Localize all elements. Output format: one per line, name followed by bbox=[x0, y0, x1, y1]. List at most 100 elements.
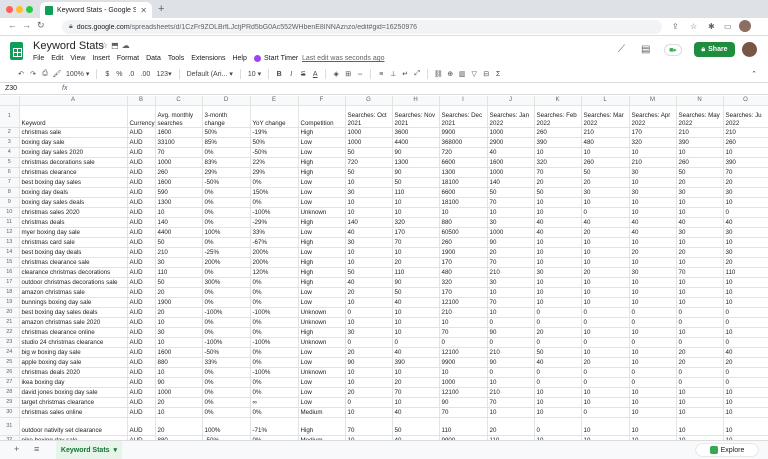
cell[interactable]: big w boxing day sale bbox=[19, 347, 128, 358]
cell[interactable]: 1600 bbox=[155, 347, 203, 358]
cell[interactable]: Currency bbox=[127, 105, 156, 128]
cell[interactable]: 10 bbox=[345, 317, 393, 328]
cell[interactable]: Unknown bbox=[298, 307, 346, 318]
cell[interactable]: 1000 bbox=[345, 127, 393, 138]
cell[interactable]: 10 bbox=[392, 327, 440, 338]
star-icon[interactable]: ☆ bbox=[101, 41, 111, 50]
cell[interactable]: Searches: Feb 2022 bbox=[534, 105, 582, 128]
activity-trend-icon[interactable]: ⟋ bbox=[618, 44, 625, 55]
cell[interactable]: 0 bbox=[581, 317, 630, 328]
cell[interactable]: Low bbox=[298, 147, 346, 158]
cell[interactable]: 70 bbox=[487, 257, 535, 268]
cell[interactable]: 10 bbox=[723, 237, 768, 248]
cell[interactable]: 90 bbox=[392, 167, 440, 178]
cell[interactable]: 100% bbox=[202, 227, 251, 238]
cell[interactable]: 0 bbox=[723, 337, 768, 348]
column-header-d[interactable]: D bbox=[202, 96, 251, 106]
cell[interactable]: 18100 bbox=[439, 197, 488, 208]
cell[interactable]: 0 bbox=[534, 337, 582, 348]
borders-icon[interactable]: ⊞ bbox=[342, 70, 354, 78]
row-header[interactable]: 26 bbox=[0, 367, 20, 378]
row-header[interactable]: 10 bbox=[0, 207, 20, 218]
cell[interactable]: 10 bbox=[534, 207, 582, 218]
cell[interactable]: 10 bbox=[487, 407, 535, 418]
cell[interactable]: 0 bbox=[581, 337, 630, 348]
cell[interactable]: outdoor christmas decorations sale bbox=[19, 277, 128, 288]
column-header-h[interactable]: H bbox=[392, 96, 440, 106]
cell[interactable]: 0 bbox=[629, 307, 677, 318]
extensions-icon[interactable]: ✱ bbox=[708, 22, 715, 31]
cell[interactable]: 0 bbox=[676, 337, 724, 348]
close-window-button[interactable] bbox=[6, 6, 13, 13]
cell[interactable]: 0 bbox=[676, 377, 724, 388]
cell[interactable]: 320 bbox=[439, 277, 488, 288]
cell[interactable]: 10 bbox=[392, 317, 440, 328]
zoom-select[interactable]: 100% ▾ bbox=[63, 70, 92, 78]
cloud-status-icon[interactable]: ☁ bbox=[122, 41, 133, 50]
number-format-select[interactable]: 123▾ bbox=[153, 70, 174, 78]
cell[interactable]: 10 bbox=[392, 247, 440, 258]
cell[interactable]: 50 bbox=[534, 347, 582, 358]
forward-icon[interactable]: → bbox=[22, 20, 31, 30]
cell[interactable]: 10 bbox=[723, 197, 768, 208]
cell[interactable]: 0 bbox=[534, 367, 582, 378]
cell[interactable]: Avg. monthly searches bbox=[155, 105, 203, 128]
cell[interactable]: christmas sales 2020 bbox=[19, 207, 128, 218]
share-button[interactable]: 🔒︎ Share bbox=[694, 42, 735, 57]
cell[interactable]: 10 bbox=[345, 257, 393, 268]
cell[interactable]: 10 bbox=[676, 207, 724, 218]
cell[interactable]: 10 bbox=[629, 197, 677, 208]
cell[interactable]: 10 bbox=[581, 237, 630, 248]
cell[interactable]: 120% bbox=[250, 267, 299, 278]
cell[interactable]: AUD bbox=[127, 177, 156, 188]
cell[interactable]: 20 bbox=[723, 357, 768, 368]
cell[interactable]: 0 bbox=[345, 307, 393, 318]
cell[interactable]: studio 24 christmas clearance bbox=[19, 337, 128, 348]
cell[interactable]: 0% bbox=[202, 267, 251, 278]
menu-data[interactable]: Data bbox=[146, 55, 161, 62]
cell[interactable]: 300% bbox=[202, 277, 251, 288]
cell[interactable]: 210 bbox=[581, 127, 630, 138]
cell[interactable]: 10 bbox=[581, 297, 630, 308]
cell[interactable]: AUD bbox=[127, 137, 156, 148]
cell[interactable]: 50 bbox=[392, 287, 440, 298]
cell[interactable]: 10 bbox=[345, 247, 393, 258]
column-header-i[interactable]: I bbox=[439, 96, 488, 106]
cell[interactable]: 10 bbox=[629, 287, 677, 298]
cell[interactable]: YoY change bbox=[250, 105, 299, 128]
cell[interactable]: 85% bbox=[202, 137, 251, 148]
reload-icon[interactable]: ↻ bbox=[37, 20, 45, 31]
menu-extensions[interactable]: Extensions bbox=[191, 55, 225, 62]
cell[interactable]: 60500 bbox=[439, 227, 488, 238]
cell[interactable]: Unknown bbox=[298, 367, 346, 378]
cell[interactable]: 2900 bbox=[487, 137, 535, 148]
cell[interactable]: boxing day deals bbox=[19, 187, 128, 198]
cell[interactable]: AUD bbox=[127, 297, 156, 308]
cell[interactable]: 40 bbox=[345, 227, 393, 238]
cell[interactable]: 20 bbox=[392, 257, 440, 268]
cell[interactable]: 110 bbox=[155, 267, 203, 278]
column-header-o[interactable]: O bbox=[723, 96, 768, 106]
cell[interactable]: 10 bbox=[629, 207, 677, 218]
menu-help[interactable]: Help bbox=[232, 55, 246, 62]
cell[interactable]: 30 bbox=[345, 237, 393, 248]
cell[interactable]: 10 bbox=[581, 347, 630, 358]
cell[interactable]: 10 bbox=[155, 367, 203, 378]
cell[interactable]: 10 bbox=[676, 407, 724, 418]
cell[interactable]: Medium bbox=[298, 407, 346, 418]
cell[interactable]: 70 bbox=[392, 387, 440, 398]
cell[interactable]: 0 bbox=[487, 337, 535, 348]
cell[interactable]: 20 bbox=[534, 327, 582, 338]
cell[interactable]: 480 bbox=[581, 137, 630, 148]
cell[interactable]: 10 bbox=[534, 247, 582, 258]
cell[interactable]: 110 bbox=[392, 187, 440, 198]
cell[interactable]: 10 bbox=[581, 327, 630, 338]
column-header-a[interactable]: A bbox=[19, 96, 128, 106]
cell[interactable]: 200% bbox=[202, 257, 251, 268]
cell[interactable]: 40 bbox=[723, 217, 768, 228]
cell[interactable]: AUD bbox=[127, 257, 156, 268]
cell[interactable]: 10 bbox=[345, 207, 393, 218]
cell[interactable]: 70 bbox=[534, 167, 582, 178]
cell[interactable]: Unknown bbox=[298, 317, 346, 328]
cell[interactable]: AUD bbox=[127, 167, 156, 178]
